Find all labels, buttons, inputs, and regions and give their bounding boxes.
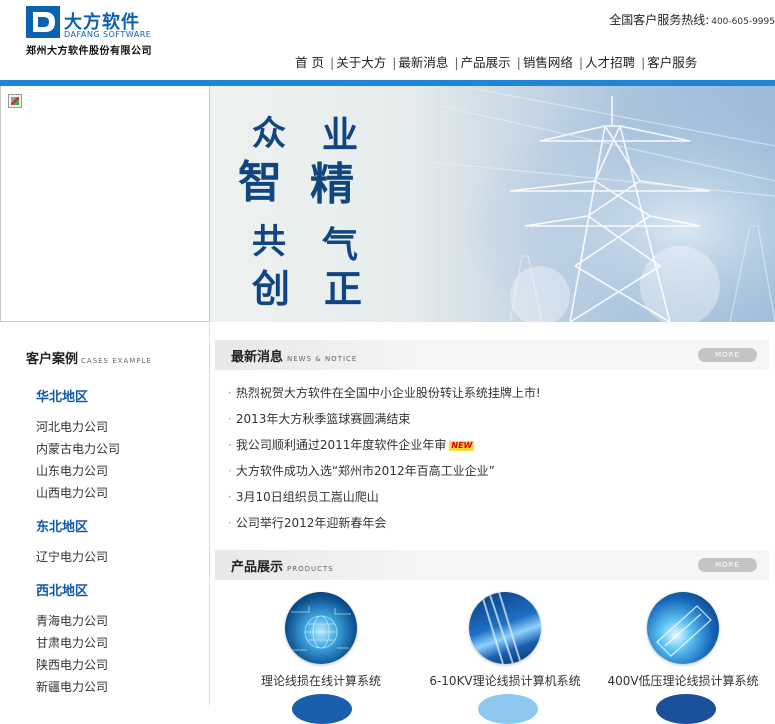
company-name: 郑州大方软件股份有限公司 [26, 46, 152, 57]
cases-title: 客户案例 CASES EXAMPLE [26, 348, 152, 367]
slogan-char: 正 [324, 266, 363, 311]
banner-side-image [0, 86, 210, 322]
news-item[interactable]: · 公司举行2012年迎新春年会 [228, 514, 386, 531]
news-item-title[interactable]: 大方软件成功入选“郑州市2012年百高工业企业” [236, 464, 495, 478]
slogan-char: 共 [252, 222, 286, 262]
news-item[interactable]: · 3月10日组织员工嵩山爬山 [228, 488, 379, 505]
products-title: 产品展示 PRODUCTS [231, 556, 334, 575]
cases-title-en: CASES EXAMPLE [81, 357, 152, 365]
main-nav: 首 页 | 关于大方 | 最新消息 | 产品展示 | 销售网络 | 人才招聘 | 客户服务 [295, 52, 697, 71]
news-item[interactable]: · 热烈祝贺大方软件在全国中小企业股份转让系统挂牌上市! [228, 384, 541, 401]
region-heading[interactable]: 华北地区 [36, 386, 88, 405]
news-section-header: 最新消息 NEWS & NOTICE MORE [215, 340, 769, 370]
nav-item-careers[interactable]: 人才招聘 [585, 55, 635, 70]
region-heading[interactable]: 西北地区 [36, 580, 88, 599]
company-link[interactable]: 河北电力公司 [36, 418, 108, 435]
news-item-title[interactable]: 3月10日组织员工嵩山爬山 [236, 490, 379, 504]
bullet: · [228, 464, 232, 478]
slogan-char: 创 [252, 266, 291, 311]
news-item[interactable]: · 我公司顺利通过2011年度软件企业年审 NEW [228, 436, 475, 453]
news-title-en: NEWS & NOTICE [287, 355, 358, 363]
cases-title-cn: 客户案例 [26, 352, 79, 367]
region-heading[interactable]: 东北地区 [36, 516, 88, 535]
product-thumbnail-glass[interactable] [647, 592, 719, 664]
logo-icon [26, 6, 60, 38]
products-title-en: PRODUCTS [287, 565, 334, 573]
product-card[interactable]: 400V低压理论线损计算系统 [598, 592, 768, 689]
bullet: · [228, 438, 232, 452]
company-link[interactable]: 陕西电力公司 [36, 656, 108, 673]
product-thumbnail-globe[interactable] [285, 592, 357, 664]
products-more-button[interactable]: MORE [698, 558, 757, 572]
cases-panel: 客户案例 CASES EXAMPLE 华北地区 河北电力公司 内蒙古电力公司 山东… [0, 322, 210, 705]
nav-item-customer-service[interactable]: 客户服务 [647, 55, 697, 70]
service-hotline: 全国客户服务热线: 400-605-9995 [609, 11, 775, 28]
hotline-number: 400-605-9995 [711, 17, 775, 27]
bullet: · [228, 490, 232, 504]
power-tower-illustration [410, 86, 775, 322]
news-more-button[interactable]: MORE [698, 348, 757, 362]
product-name[interactable]: 理论线损在线计算系统 [236, 672, 406, 689]
nav-separator: | [641, 55, 646, 70]
products-title-cn: 产品展示 [231, 560, 284, 575]
news-item-title[interactable]: 我公司顺利通过2011年度软件企业年审 [236, 438, 447, 452]
nav-separator: | [392, 55, 397, 70]
bullet: · [228, 516, 232, 530]
nav-item-about[interactable]: 关于大方 [336, 55, 386, 70]
company-link[interactable]: 辽宁电力公司 [36, 548, 108, 565]
product-thumbnail-cables[interactable] [469, 592, 541, 664]
products-section-header: 产品展示 PRODUCTS MORE [215, 550, 769, 580]
product-name[interactable]: 6-10KV理论线损计算机系统 [420, 672, 590, 689]
news-item[interactable]: · 2013年大方秋季篮球赛圆满结束 [228, 410, 410, 427]
nav-item-news[interactable]: 最新消息 [398, 55, 448, 70]
nav-item-home[interactable]: 首 页 [295, 55, 324, 70]
logo-english-name: DAFANG SOFTWARE [64, 30, 152, 39]
bullet: · [228, 386, 232, 400]
company-link[interactable]: 山西电力公司 [36, 484, 108, 501]
product-name[interactable]: 400V低压理论线损计算系统 [598, 672, 768, 689]
slogan-char: 精 [310, 159, 354, 210]
product-thumbnail-partial[interactable] [292, 694, 352, 724]
product-card[interactable]: 6-10KV理论线损计算机系统 [420, 592, 590, 689]
hotline-label: 全国客户服务热线: [609, 13, 710, 27]
logo[interactable]: 大方软件 DAFANG SOFTWARE 郑州大方软件股份有限公司 [26, 6, 166, 57]
slogan-char: 智 [238, 157, 282, 208]
news-item-title[interactable]: 2013年大方秋季篮球赛圆满结束 [236, 412, 411, 426]
nav-item-sales-network[interactable]: 销售网络 [523, 55, 573, 70]
product-thumbnail-partial[interactable] [656, 694, 716, 724]
product-thumbnail-partial[interactable] [478, 694, 538, 724]
news-item[interactable]: · 大方软件成功入选“郑州市2012年百高工业企业” [228, 462, 495, 479]
company-link[interactable]: 新疆电力公司 [36, 678, 108, 695]
company-link[interactable]: 山东电力公司 [36, 462, 108, 479]
news-item-title[interactable]: 公司举行2012年迎新春年会 [236, 516, 387, 530]
company-link[interactable]: 甘肃电力公司 [36, 634, 108, 651]
news-title: 最新消息 NEWS & NOTICE [231, 346, 357, 365]
new-badge-icon: NEW [449, 440, 475, 451]
product-card[interactable]: 理论线损在线计算系统 [236, 592, 406, 689]
hero-banner: 众 智 共 创 业 精 气 正 [210, 86, 775, 322]
broken-image-icon [8, 94, 22, 108]
nav-item-products[interactable]: 产品展示 [461, 55, 511, 70]
news-item-title[interactable]: 热烈祝贺大方软件在全国中小企业股份转让系统挂牌上市! [236, 386, 541, 400]
company-link[interactable]: 青海电力公司 [36, 612, 108, 629]
bullet: · [228, 412, 232, 426]
nav-separator: | [516, 55, 521, 70]
nav-separator: | [578, 55, 584, 70]
news-title-cn: 最新消息 [231, 350, 284, 365]
site-header: 大方软件 DAFANG SOFTWARE 郑州大方软件股份有限公司 全国客户服务… [0, 0, 775, 80]
nav-separator: | [454, 55, 459, 70]
company-link[interactable]: 内蒙古电力公司 [36, 440, 120, 457]
nav-separator: | [329, 55, 335, 70]
